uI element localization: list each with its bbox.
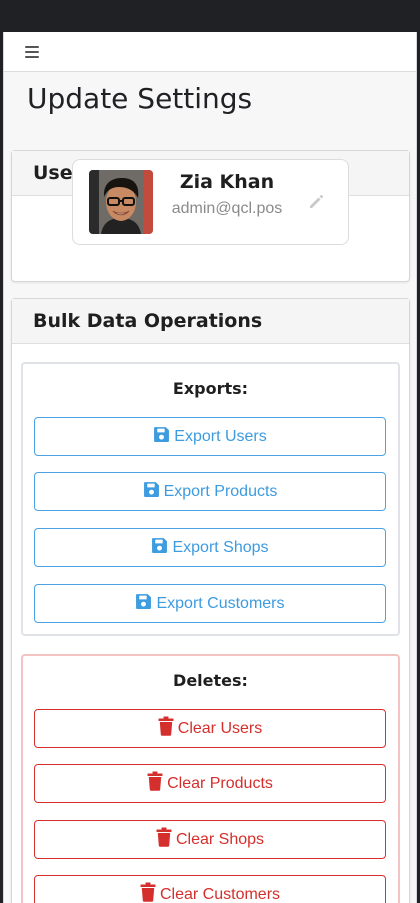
floppy-disk-icon [143, 481, 160, 503]
trash-icon [140, 882, 156, 903]
clear-products-label: Clear Products [167, 774, 273, 792]
exports-section: Exports: Export Users Export Products Ex… [21, 362, 400, 636]
avatar [89, 170, 153, 234]
clear-products-button[interactable]: Clear Products [34, 764, 386, 803]
bulk-data-operations-card: Bulk Data Operations Exports: Export Use… [11, 298, 410, 903]
trash-icon [158, 716, 174, 741]
pencil-icon[interactable] [308, 194, 324, 210]
clear-shops-button[interactable]: Clear Shops [34, 820, 386, 859]
trash-icon [147, 771, 163, 796]
clear-users-button[interactable]: Clear Users [34, 709, 386, 748]
trash-icon [156, 827, 172, 852]
export-shops-button[interactable]: Export Shops [34, 528, 386, 567]
floppy-disk-icon [135, 593, 152, 615]
export-customers-label: Export Customers [156, 594, 285, 612]
navbar [4, 32, 416, 72]
deletes-section: Deletes: Clear Users Clear Products Clea… [21, 654, 400, 903]
hamburger-icon[interactable] [25, 45, 39, 58]
floppy-disk-icon [153, 426, 170, 448]
clear-customers-button[interactable]: Clear Customers [34, 875, 386, 903]
profile-name: Zia Khan [179, 171, 275, 193]
clear-customers-label: Clear Customers [159, 885, 281, 903]
clear-users-label: Clear Users [177, 719, 263, 737]
clear-shops-label: Clear Shops [175, 830, 265, 848]
exports-title: Exports: [172, 379, 249, 398]
export-customers-button[interactable]: Export Customers [34, 584, 386, 623]
bulk-data-operations-header: Bulk Data Operations [12, 299, 409, 344]
profile-email: admin@qcl.pos [171, 200, 283, 217]
export-shops-label: Export Shops [172, 538, 269, 556]
page-title: Update Settings [27, 82, 253, 115]
export-users-button[interactable]: Export Users [34, 417, 386, 456]
user-profile-card: User Profile Zia Khan admin@qcl.pos [11, 150, 410, 282]
app-frame: Update Settings User Profile Zia Khan [3, 32, 417, 903]
browser-top-bar [0, 0, 420, 32]
export-users-label: Export Users [174, 427, 267, 445]
export-products-label: Export Products [163, 482, 278, 500]
export-products-button[interactable]: Export Products [34, 472, 386, 511]
floppy-disk-icon [151, 537, 168, 559]
deletes-title: Deletes: [173, 671, 248, 690]
profile-summary: Zia Khan admin@qcl.pos [72, 159, 349, 245]
